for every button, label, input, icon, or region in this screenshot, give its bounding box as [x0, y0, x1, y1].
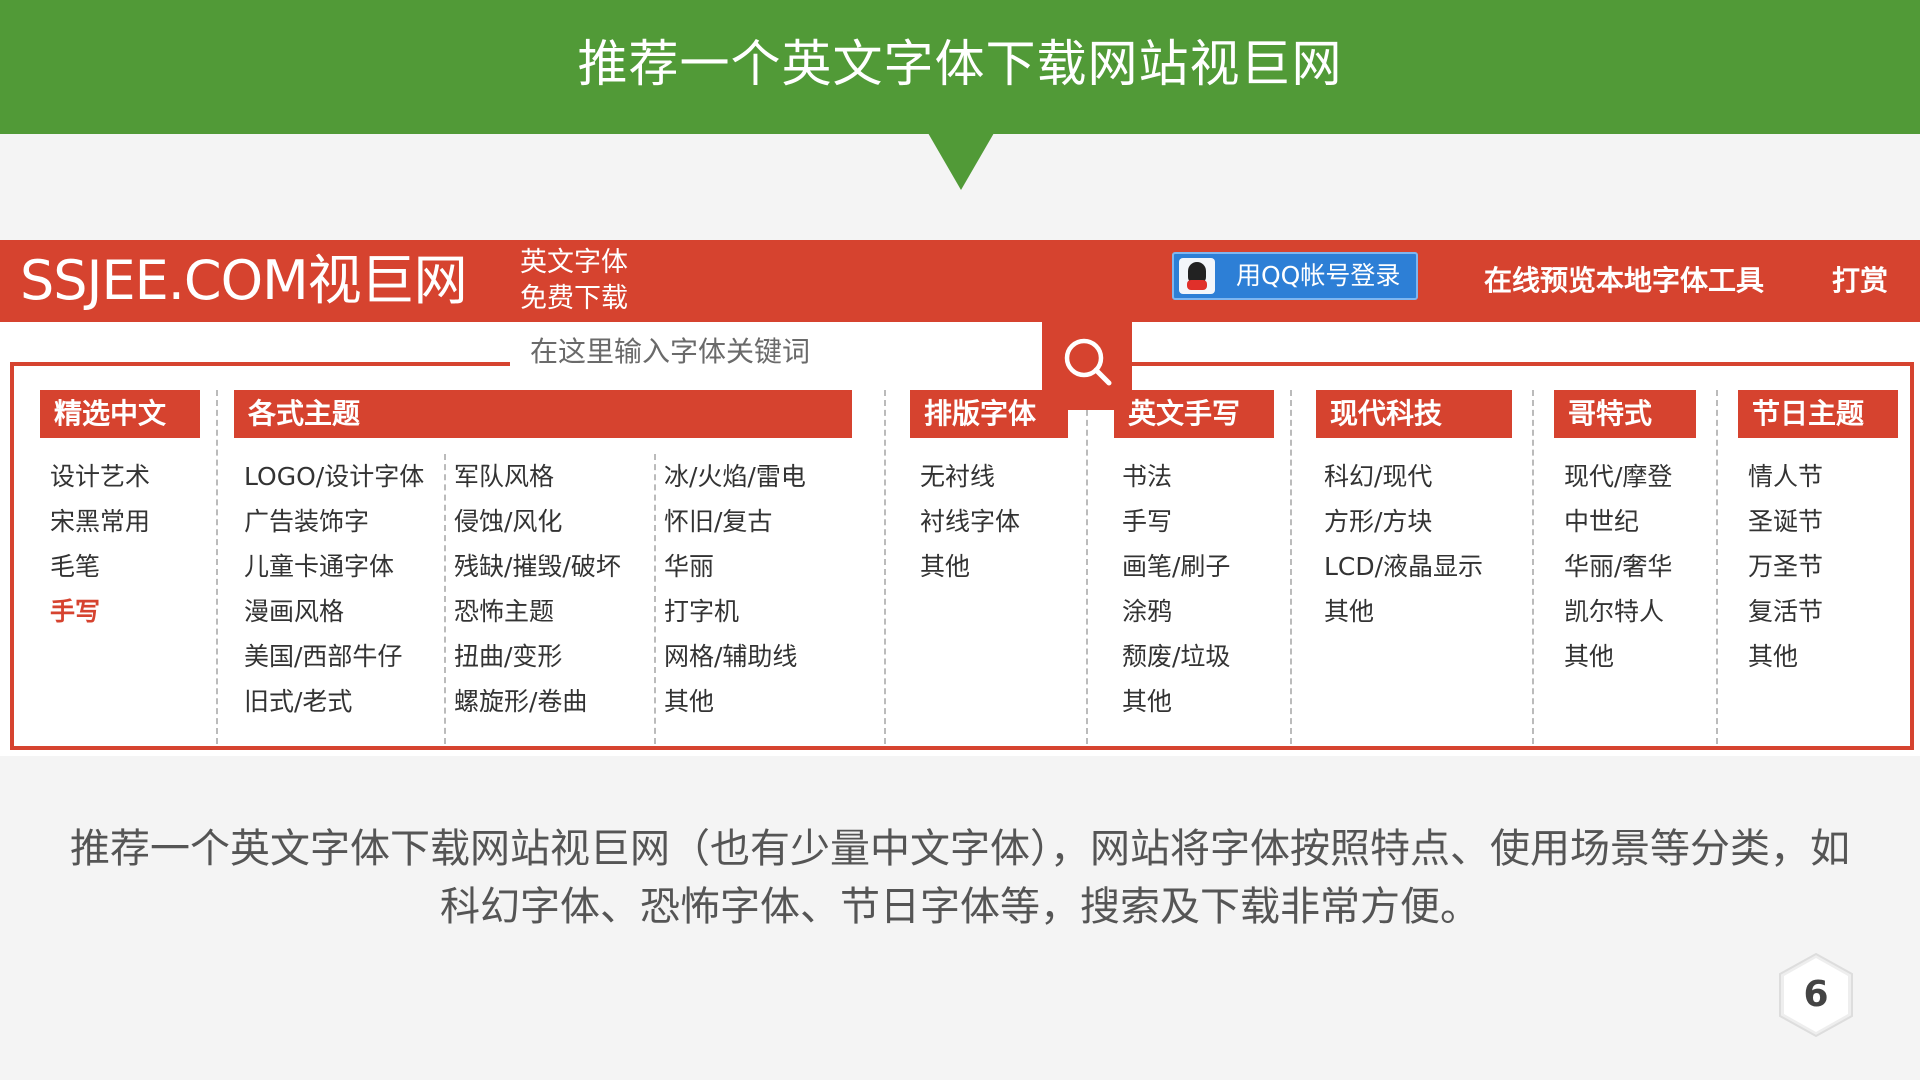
category-column-modern-tech: 现代科技 科幻/现代 方形/方块 LCD/液晶显示 其他 — [1304, 390, 1534, 744]
category-item[interactable]: 宋黑常用 — [50, 499, 150, 544]
category-item[interactable]: 圣诞节 — [1748, 499, 1823, 544]
site-tagline: 英文字体 免费下载 — [520, 240, 628, 322]
category-column-gothic: 哥特式 现代/摩登 中世纪 华丽/奢华 凯尔特人 其他 — [1544, 390, 1718, 744]
category-item[interactable]: 万圣节 — [1748, 544, 1823, 589]
category-column-holidays: 节日主题 情人节 圣诞节 万圣节 复活节 其他 — [1728, 390, 1898, 744]
qq-login-label: 用QQ帐号登录 — [1236, 261, 1401, 290]
category-item[interactable]: 其他 — [920, 544, 1020, 589]
category-item[interactable]: 无衬线 — [920, 454, 1020, 499]
category-item[interactable]: 儿童卡通字体 — [244, 544, 424, 589]
tagline-line-2: 免费下载 — [520, 283, 628, 314]
font-search-input[interactable] — [512, 328, 1032, 374]
category-item[interactable]: 其他 — [1122, 679, 1230, 724]
category-item[interactable]: 美国/西部牛仔 — [244, 634, 424, 679]
category-item[interactable]: 螺旋形/卷曲 — [454, 679, 621, 724]
category-column-typography: 排版字体 无衬线 衬线字体 其他 — [898, 390, 1088, 744]
category-item[interactable]: 华丽/奢华 — [1564, 544, 1672, 589]
category-item[interactable]: 手写 — [1122, 499, 1230, 544]
category-item[interactable]: 毛笔 — [50, 544, 150, 589]
sub-column-divider — [444, 454, 446, 744]
category-item[interactable]: 扭曲/变形 — [454, 634, 621, 679]
header-pointer-arrow — [928, 133, 994, 190]
category-item[interactable]: LOGO/设计字体 — [244, 454, 424, 499]
category-column-handwriting: 英文手写 书法 手写 画笔/刷子 涂鸦 颓废/垃圾 其他 — [1100, 390, 1292, 744]
category-item[interactable]: 恐怖主题 — [454, 589, 621, 634]
preview-tool-link[interactable]: 在线预览本地字体工具 — [1484, 240, 1764, 322]
category-item[interactable]: 侵蚀/风化 — [454, 499, 621, 544]
category-item[interactable]: 涂鸦 — [1122, 589, 1230, 634]
reward-link[interactable]: 打赏 — [1832, 240, 1888, 322]
search-row — [0, 322, 1920, 374]
category-item[interactable]: 颓废/垃圾 — [1122, 634, 1230, 679]
category-item[interactable]: 凯尔特人 — [1564, 589, 1672, 634]
category-item[interactable]: 漫画风格 — [244, 589, 424, 634]
site-top-bar: SSJEE.COM视巨网 英文字体 免费下载 用QQ帐号登录 在线预览本地字体工… — [0, 240, 1920, 322]
category-header[interactable]: 精选中文 — [40, 390, 200, 438]
category-list: 现代/摩登 中世纪 华丽/奢华 凯尔特人 其他 — [1564, 454, 1672, 679]
category-item[interactable]: 旧式/老式 — [244, 679, 424, 724]
category-list: 冰/火焰/雷电 怀旧/复古 华丽 打字机 网格/辅助线 其他 — [664, 454, 806, 724]
category-item[interactable]: 衬线字体 — [920, 499, 1020, 544]
category-item[interactable]: 网格/辅助线 — [664, 634, 806, 679]
category-item[interactable]: 军队风格 — [454, 454, 621, 499]
category-item[interactable]: 情人节 — [1748, 454, 1823, 499]
category-list: 设计艺术 宋黑常用 毛笔 手写 — [50, 454, 150, 634]
slide-caption: 推荐一个英文字体下载网站视巨网（也有少量中文字体），网站将字体按照特点、使用场景… — [40, 820, 1880, 936]
category-item[interactable]: 其他 — [1564, 634, 1672, 679]
category-item[interactable]: 广告装饰字 — [244, 499, 424, 544]
caption-line-1: 推荐一个英文字体下载网站视巨网（也有少量中文字体），网站将字体按照特点、使用场景… — [70, 826, 1850, 872]
tagline-line-1: 英文字体 — [520, 247, 628, 278]
category-item[interactable]: LCD/液晶显示 — [1324, 544, 1483, 589]
category-list: 科幻/现代 方形/方块 LCD/液晶显示 其他 — [1324, 454, 1483, 634]
caption-line-2: 科幻字体、恐怖字体、节日字体等，搜索及下载非常方便。 — [440, 884, 1480, 930]
page-number-badge: 6 — [1776, 950, 1856, 1040]
category-item[interactable]: 书法 — [1122, 454, 1230, 499]
category-list: LOGO/设计字体 广告装饰字 儿童卡通字体 漫画风格 美国/西部牛仔 旧式/老… — [244, 454, 424, 724]
search-icon — [1064, 338, 1112, 386]
website-screenshot: SSJEE.COM视巨网 英文字体 免费下载 用QQ帐号登录 在线预览本地字体工… — [0, 240, 1920, 756]
search-button[interactable] — [1042, 322, 1132, 410]
slide-title: 推荐一个英文字体下载网站视巨网 — [577, 35, 1343, 93]
category-item[interactable]: 冰/火焰/雷电 — [664, 454, 806, 499]
category-item[interactable]: 设计艺术 — [50, 454, 150, 499]
sub-column-divider — [654, 454, 656, 744]
category-column-featured-chinese: 精选中文 设计艺术 宋黑常用 毛笔 手写 — [24, 390, 218, 744]
category-item-active[interactable]: 手写 — [50, 589, 150, 634]
category-item[interactable]: 打字机 — [664, 589, 806, 634]
category-item[interactable]: 现代/摩登 — [1564, 454, 1672, 499]
category-header[interactable]: 节日主题 — [1738, 390, 1898, 438]
category-item[interactable]: 中世纪 — [1564, 499, 1672, 544]
category-header[interactable]: 现代科技 — [1316, 390, 1512, 438]
qq-penguin-icon — [1179, 258, 1215, 294]
category-item[interactable]: 科幻/现代 — [1324, 454, 1483, 499]
category-item[interactable]: 画笔/刷子 — [1122, 544, 1230, 589]
category-item[interactable]: 其他 — [664, 679, 806, 724]
category-item[interactable]: 其他 — [1324, 589, 1483, 634]
category-panel: 精选中文 设计艺术 宋黑常用 毛笔 手写 各式主题 LOGO/设计字体 广告装饰… — [10, 360, 1914, 750]
category-item[interactable]: 复活节 — [1748, 589, 1823, 634]
category-item[interactable]: 其他 — [1748, 634, 1823, 679]
page-number: 6 — [1803, 974, 1829, 1015]
category-list: 军队风格 侵蚀/风化 残缺/摧毁/破坏 恐怖主题 扭曲/变形 螺旋形/卷曲 — [454, 454, 621, 724]
site-logo[interactable]: SSJEE.COM视巨网 — [20, 240, 468, 322]
category-column-themes: 各式主题 LOGO/设计字体 广告装饰字 儿童卡通字体 漫画风格 美国/西部牛仔… — [234, 390, 886, 744]
category-header[interactable]: 各式主题 — [234, 390, 852, 438]
category-header[interactable]: 英文手写 — [1114, 390, 1274, 438]
category-header[interactable]: 哥特式 — [1554, 390, 1696, 438]
category-list: 书法 手写 画笔/刷子 涂鸦 颓废/垃圾 其他 — [1122, 454, 1230, 724]
category-list: 情人节 圣诞节 万圣节 复活节 其他 — [1748, 454, 1823, 679]
category-item[interactable]: 方形/方块 — [1324, 499, 1483, 544]
category-item[interactable]: 华丽 — [664, 544, 806, 589]
category-item[interactable]: 怀旧/复古 — [664, 499, 806, 544]
category-list: 无衬线 衬线字体 其他 — [920, 454, 1020, 589]
qq-login-button[interactable]: 用QQ帐号登录 — [1172, 252, 1418, 300]
category-item[interactable]: 残缺/摧毁/破坏 — [454, 544, 621, 589]
